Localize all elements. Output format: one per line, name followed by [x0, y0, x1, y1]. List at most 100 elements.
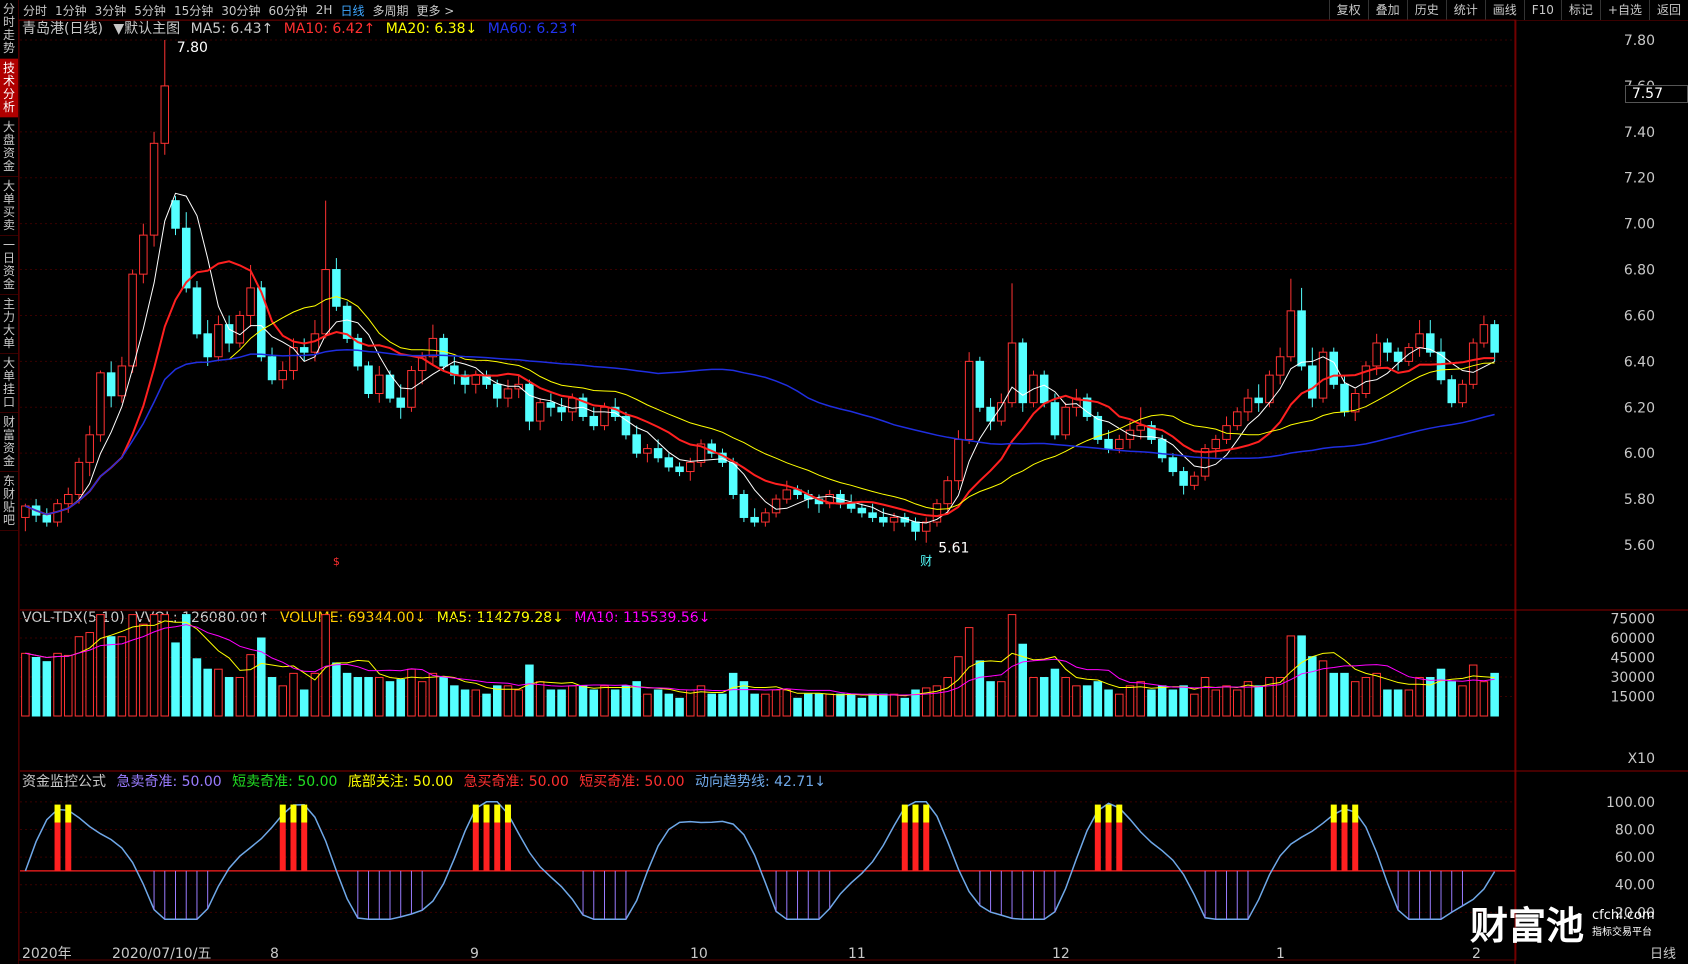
volume-bar	[868, 693, 877, 717]
candle-body	[1468, 342, 1478, 385]
candle-body	[364, 365, 373, 395]
candle-body	[1458, 383, 1467, 404]
candle-body	[1061, 406, 1070, 436]
volume-bar	[1308, 656, 1317, 717]
x-axis-label: 10	[690, 946, 708, 962]
volume-bar	[342, 672, 352, 717]
volume-bar	[1426, 677, 1435, 717]
candle-body	[1168, 457, 1178, 473]
watermark-sub: 指标交易平台	[1592, 926, 1653, 938]
candle-body	[1254, 397, 1263, 404]
candle-body	[868, 512, 877, 518]
buy-signal-bar	[65, 822, 72, 871]
volume-bar	[160, 614, 170, 717]
candle-body	[1415, 333, 1424, 349]
volume-bar	[385, 681, 395, 717]
volume-bar	[643, 693, 652, 717]
candle-body	[203, 333, 212, 358]
volume-bar	[610, 689, 620, 717]
candle-body	[546, 402, 556, 408]
volume-bar	[739, 681, 749, 717]
candle-body	[1297, 310, 1306, 367]
volume-bar	[31, 657, 41, 717]
volume-bar	[53, 652, 62, 717]
chart-frame	[18, 19, 1517, 961]
volume-bar	[600, 685, 609, 717]
buy-signal-bar	[483, 822, 490, 871]
volume-bar	[1061, 677, 1070, 717]
candle-body	[1286, 310, 1296, 358]
volume-bar	[364, 677, 373, 717]
buy-signal-bar	[1341, 822, 1348, 871]
buy-signal-top	[1341, 804, 1348, 823]
price-axis-label: 5.60	[1624, 538, 1655, 554]
buy-signal-top	[290, 804, 297, 823]
stock-chart[interactable]: 7.807.607.407.207.006.806.606.406.206.00…	[0, 0, 1688, 964]
volume-bar	[761, 693, 770, 717]
event-marker-s: $	[333, 555, 340, 568]
volume-bar	[621, 685, 631, 717]
volume-bar	[804, 693, 813, 717]
volume-bar	[128, 614, 137, 717]
volume-bar	[964, 627, 974, 717]
volume-bar	[42, 661, 52, 717]
candle-body	[385, 374, 395, 399]
buy-signal-bar	[1352, 822, 1359, 871]
volume-bar	[589, 689, 599, 717]
candle-body	[1104, 438, 1113, 450]
candle-body	[1447, 379, 1456, 404]
vol-unit: X10	[1628, 751, 1655, 767]
volume-bar	[375, 677, 384, 717]
candle-body	[686, 461, 695, 473]
volume-bar	[653, 689, 663, 717]
buy-signal-top	[472, 804, 479, 823]
buy-signal-top	[301, 804, 308, 823]
high-price-label: 7.80	[177, 40, 208, 56]
watermark-logo: 财富池	[1470, 904, 1585, 948]
candle-body	[632, 434, 641, 454]
volume-bar	[203, 668, 212, 717]
volume-bar	[1436, 668, 1446, 717]
volume-bar	[1468, 664, 1478, 717]
volume-bar	[750, 693, 759, 717]
buy-signal-top	[1094, 804, 1101, 823]
candle-body	[160, 85, 170, 144]
candle-body	[492, 383, 502, 399]
volume-bar	[943, 677, 952, 717]
volume-bar	[793, 697, 802, 717]
volume-bar	[1393, 689, 1403, 717]
candle-body	[535, 402, 545, 422]
volume-bar	[1350, 681, 1360, 717]
volume-bar	[535, 681, 545, 717]
bottom-period-label[interactable]: 日线	[1650, 943, 1676, 962]
volume-bar	[1082, 685, 1092, 717]
candle-body	[278, 370, 288, 381]
volume-bar	[578, 685, 588, 717]
candle-body	[396, 397, 405, 408]
candle-body	[568, 397, 577, 413]
volume-bar	[889, 693, 899, 717]
candle-body	[1190, 475, 1199, 486]
volume-bar	[1039, 677, 1049, 717]
buy-signal-bar	[504, 822, 511, 871]
candle-body	[224, 324, 234, 344]
volume-bar	[1232, 689, 1242, 717]
price-axis-label: 6.40	[1624, 354, 1655, 370]
vol-ma10-line	[25, 624, 1495, 696]
buy-signal-top	[1105, 804, 1112, 823]
volume-bar	[1211, 689, 1221, 717]
candle-body	[246, 287, 255, 316]
candle-body	[1318, 351, 1328, 399]
trend-line	[24, 801, 1496, 921]
price-axis-label: 7.80	[1624, 33, 1655, 49]
volume-bar	[1072, 685, 1081, 717]
vol-axis-label: 75000	[1610, 612, 1655, 628]
candle-body	[1211, 438, 1221, 450]
volume-bar	[1458, 685, 1467, 717]
x-axis-label: 2020年	[22, 946, 72, 962]
volume-bar	[975, 660, 985, 717]
candle-body	[771, 498, 781, 514]
candle-body	[106, 372, 116, 397]
volume-bar	[900, 697, 910, 717]
buy-signal-top	[1116, 804, 1123, 823]
